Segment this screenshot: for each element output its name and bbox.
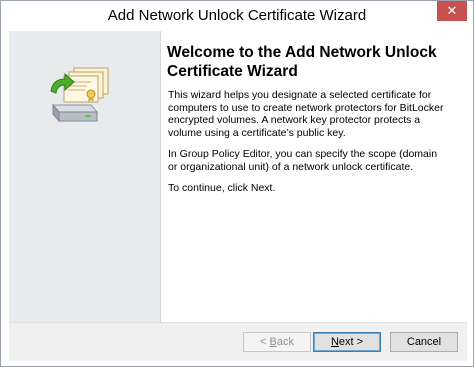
close-icon: ✕ — [446, 3, 458, 18]
wizard-sidebar — [9, 31, 161, 322]
description-paragraph: This wizard helps you designate a select… — [168, 89, 444, 139]
back-button[interactable]: < Back — [243, 332, 311, 352]
next-button[interactable]: Next > — [313, 332, 381, 352]
window-bottom-edge — [1, 361, 473, 366]
back-button-accesskey: B — [269, 336, 277, 348]
wizard-window: Add Network Unlock Certificate Wizard ✕ — [0, 0, 474, 367]
title-bar: Add Network Unlock Certificate Wizard ✕ — [1, 1, 473, 31]
certificate-stack-with-drive-icon — [47, 65, 113, 132]
wizard-content: Welcome to the Add Network Unlock Certif… — [161, 31, 467, 322]
continue-instruction: To continue, click Next. — [168, 182, 276, 194]
window-title: Add Network Unlock Certificate Wizard — [107, 7, 367, 24]
button-bar: < Back Next > Cancel — [9, 323, 467, 361]
cancel-button[interactable]: Cancel — [390, 332, 458, 352]
page-title: Welcome to the Add Network Unlock Certif… — [167, 44, 437, 80]
back-button-label: ack — [276, 336, 294, 348]
close-button[interactable]: ✕ — [437, 1, 467, 21]
next-button-accesskey: N — [330, 336, 339, 348]
next-button-label: ext > — [338, 336, 364, 348]
scope-paragraph: In Group Policy Editor, you can specify … — [168, 148, 438, 173]
drive-icon — [51, 103, 99, 123]
back-button-prefix: < — [260, 336, 270, 348]
